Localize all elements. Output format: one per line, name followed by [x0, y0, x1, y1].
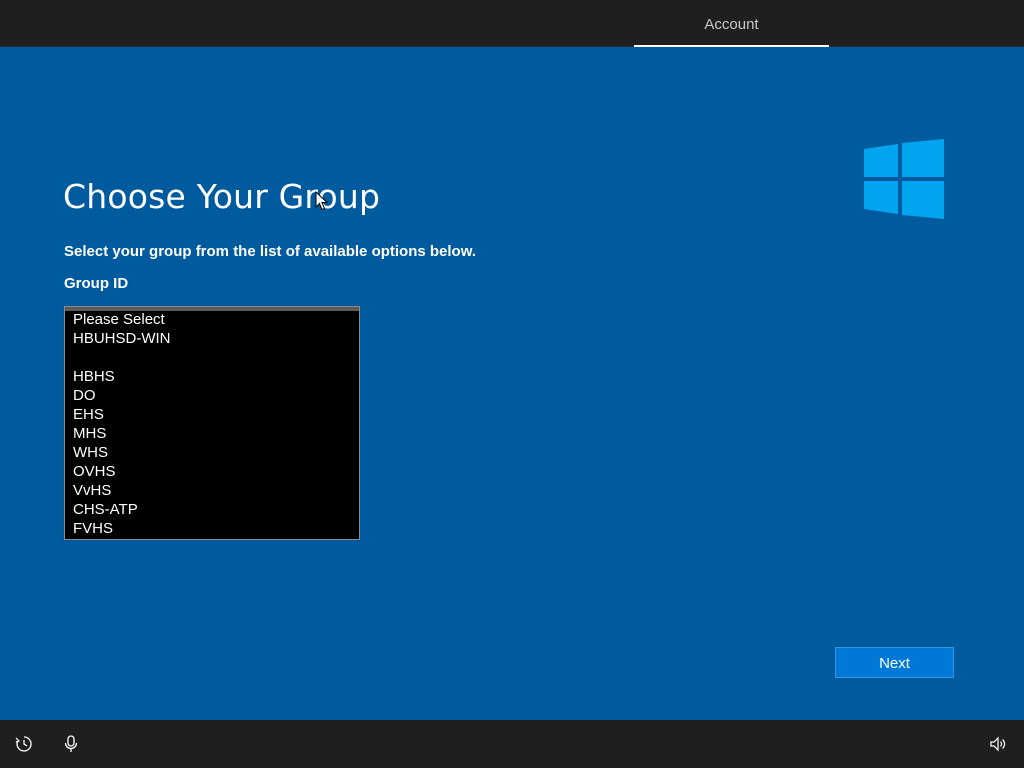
group-options-list: Please Select HBUHSD-WIN HBHS DO EHS MHS WHS OV… — [65, 310, 359, 538]
page-title: Choose Your Group — [63, 177, 381, 216]
group-option[interactable]: MHS — [65, 424, 359, 443]
group-option[interactable]: Please Select — [65, 310, 359, 329]
group-option[interactable]: OVHS — [65, 462, 359, 481]
ease-of-access-icon[interactable] — [15, 735, 33, 753]
group-id-label: Group ID — [64, 275, 129, 292]
group-option[interactable]: FVHS — [65, 519, 359, 538]
group-option[interactable]: HBHS — [65, 367, 359, 386]
group-option[interactable] — [65, 348, 359, 367]
group-option[interactable]: DO — [65, 386, 359, 405]
group-id-listbox[interactable]: Please Select HBUHSD-WIN HBHS DO EHS MHS WHS OV… — [64, 306, 360, 540]
instructions-text: Select your group from the list of avail… — [64, 243, 477, 260]
microphone-icon[interactable] — [62, 735, 80, 753]
group-option[interactable]: HBUHSD-WIN — [65, 329, 359, 348]
bottom-bar — [0, 720, 1024, 768]
group-option[interactable]: VvHS — [65, 481, 359, 500]
volume-icon[interactable] — [989, 735, 1007, 753]
top-bar — [0, 0, 1024, 47]
windows-logo — [864, 139, 944, 219]
group-option[interactable]: WHS — [65, 443, 359, 462]
mouse-pointer-icon — [315, 191, 329, 211]
next-button[interactable]: Next — [835, 647, 954, 678]
tab-account[interactable]: Account — [634, 0, 829, 47]
group-option[interactable]: EHS — [65, 405, 359, 424]
group-option[interactable]: CHS-ATP — [65, 500, 359, 519]
